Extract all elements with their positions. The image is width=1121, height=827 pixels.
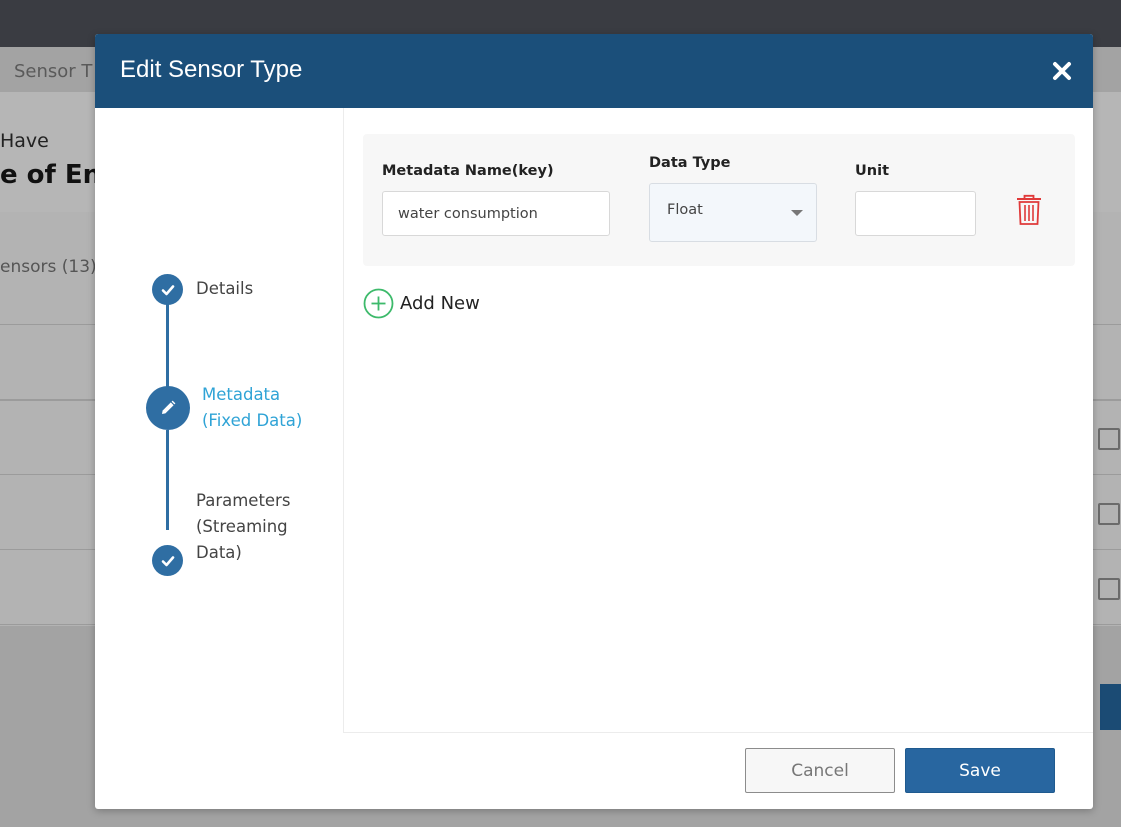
modal-title: Edit Sensor Type: [120, 56, 303, 83]
step-details-label: Details: [196, 279, 254, 298]
plus-circle-icon: [363, 288, 394, 318]
background-row-delete-icon: [1098, 503, 1120, 525]
background-heading-small: Have: [0, 130, 49, 152]
add-new-button[interactable]: Add New: [363, 287, 480, 319]
step-parameters[interactable]: [152, 545, 183, 576]
chevron-down-icon: [791, 210, 803, 216]
cancel-button[interactable]: Cancel: [745, 748, 895, 793]
metadata-row: Metadata Name(key) Data Type Float Unit: [363, 134, 1075, 266]
step-metadata-label: Metadata (Fixed Data): [202, 385, 303, 430]
step-metadata[interactable]: [146, 386, 190, 430]
close-icon: [1053, 62, 1071, 80]
metadata-name-label: Metadata Name(key): [382, 163, 554, 179]
background-row-delete-icon: [1098, 428, 1120, 450]
data-type-label: Data Type: [649, 155, 731, 171]
background-breadcrumb: Sensor T: [14, 61, 93, 82]
check-icon: [161, 284, 174, 295]
unit-input[interactable]: [855, 191, 976, 236]
background-pagination-button: [1100, 684, 1121, 730]
save-button[interactable]: Save: [905, 748, 1055, 793]
trash-icon: [1017, 194, 1041, 225]
modal-header: Edit Sensor Type: [95, 34, 1093, 108]
metadata-name-input[interactable]: [382, 191, 610, 236]
step-details[interactable]: [152, 274, 183, 305]
pencil-icon: [162, 400, 176, 414]
delete-row-button[interactable]: [1015, 194, 1043, 226]
edit-sensor-type-modal: Edit Sensor Type Details Metadata (Fixed…: [95, 34, 1093, 809]
unit-label: Unit: [855, 163, 889, 179]
stepper-connector: [166, 430, 169, 530]
wizard-stepper: Details Metadata (Fixed Data) Parameters…: [95, 108, 343, 733]
check-icon: [161, 555, 174, 566]
add-new-label: Add New: [400, 292, 480, 314]
close-button[interactable]: [1045, 54, 1079, 88]
data-type-select[interactable]: Float: [649, 183, 817, 242]
step-parameters-label: Parameters (Streaming Data): [196, 491, 291, 562]
metadata-content-panel: Metadata Name(key) Data Type Float Unit: [343, 108, 1093, 733]
background-row-delete-icon: [1098, 578, 1120, 600]
data-type-value: Float: [667, 202, 703, 218]
background-sensors-tab: ensors (13): [0, 257, 97, 277]
